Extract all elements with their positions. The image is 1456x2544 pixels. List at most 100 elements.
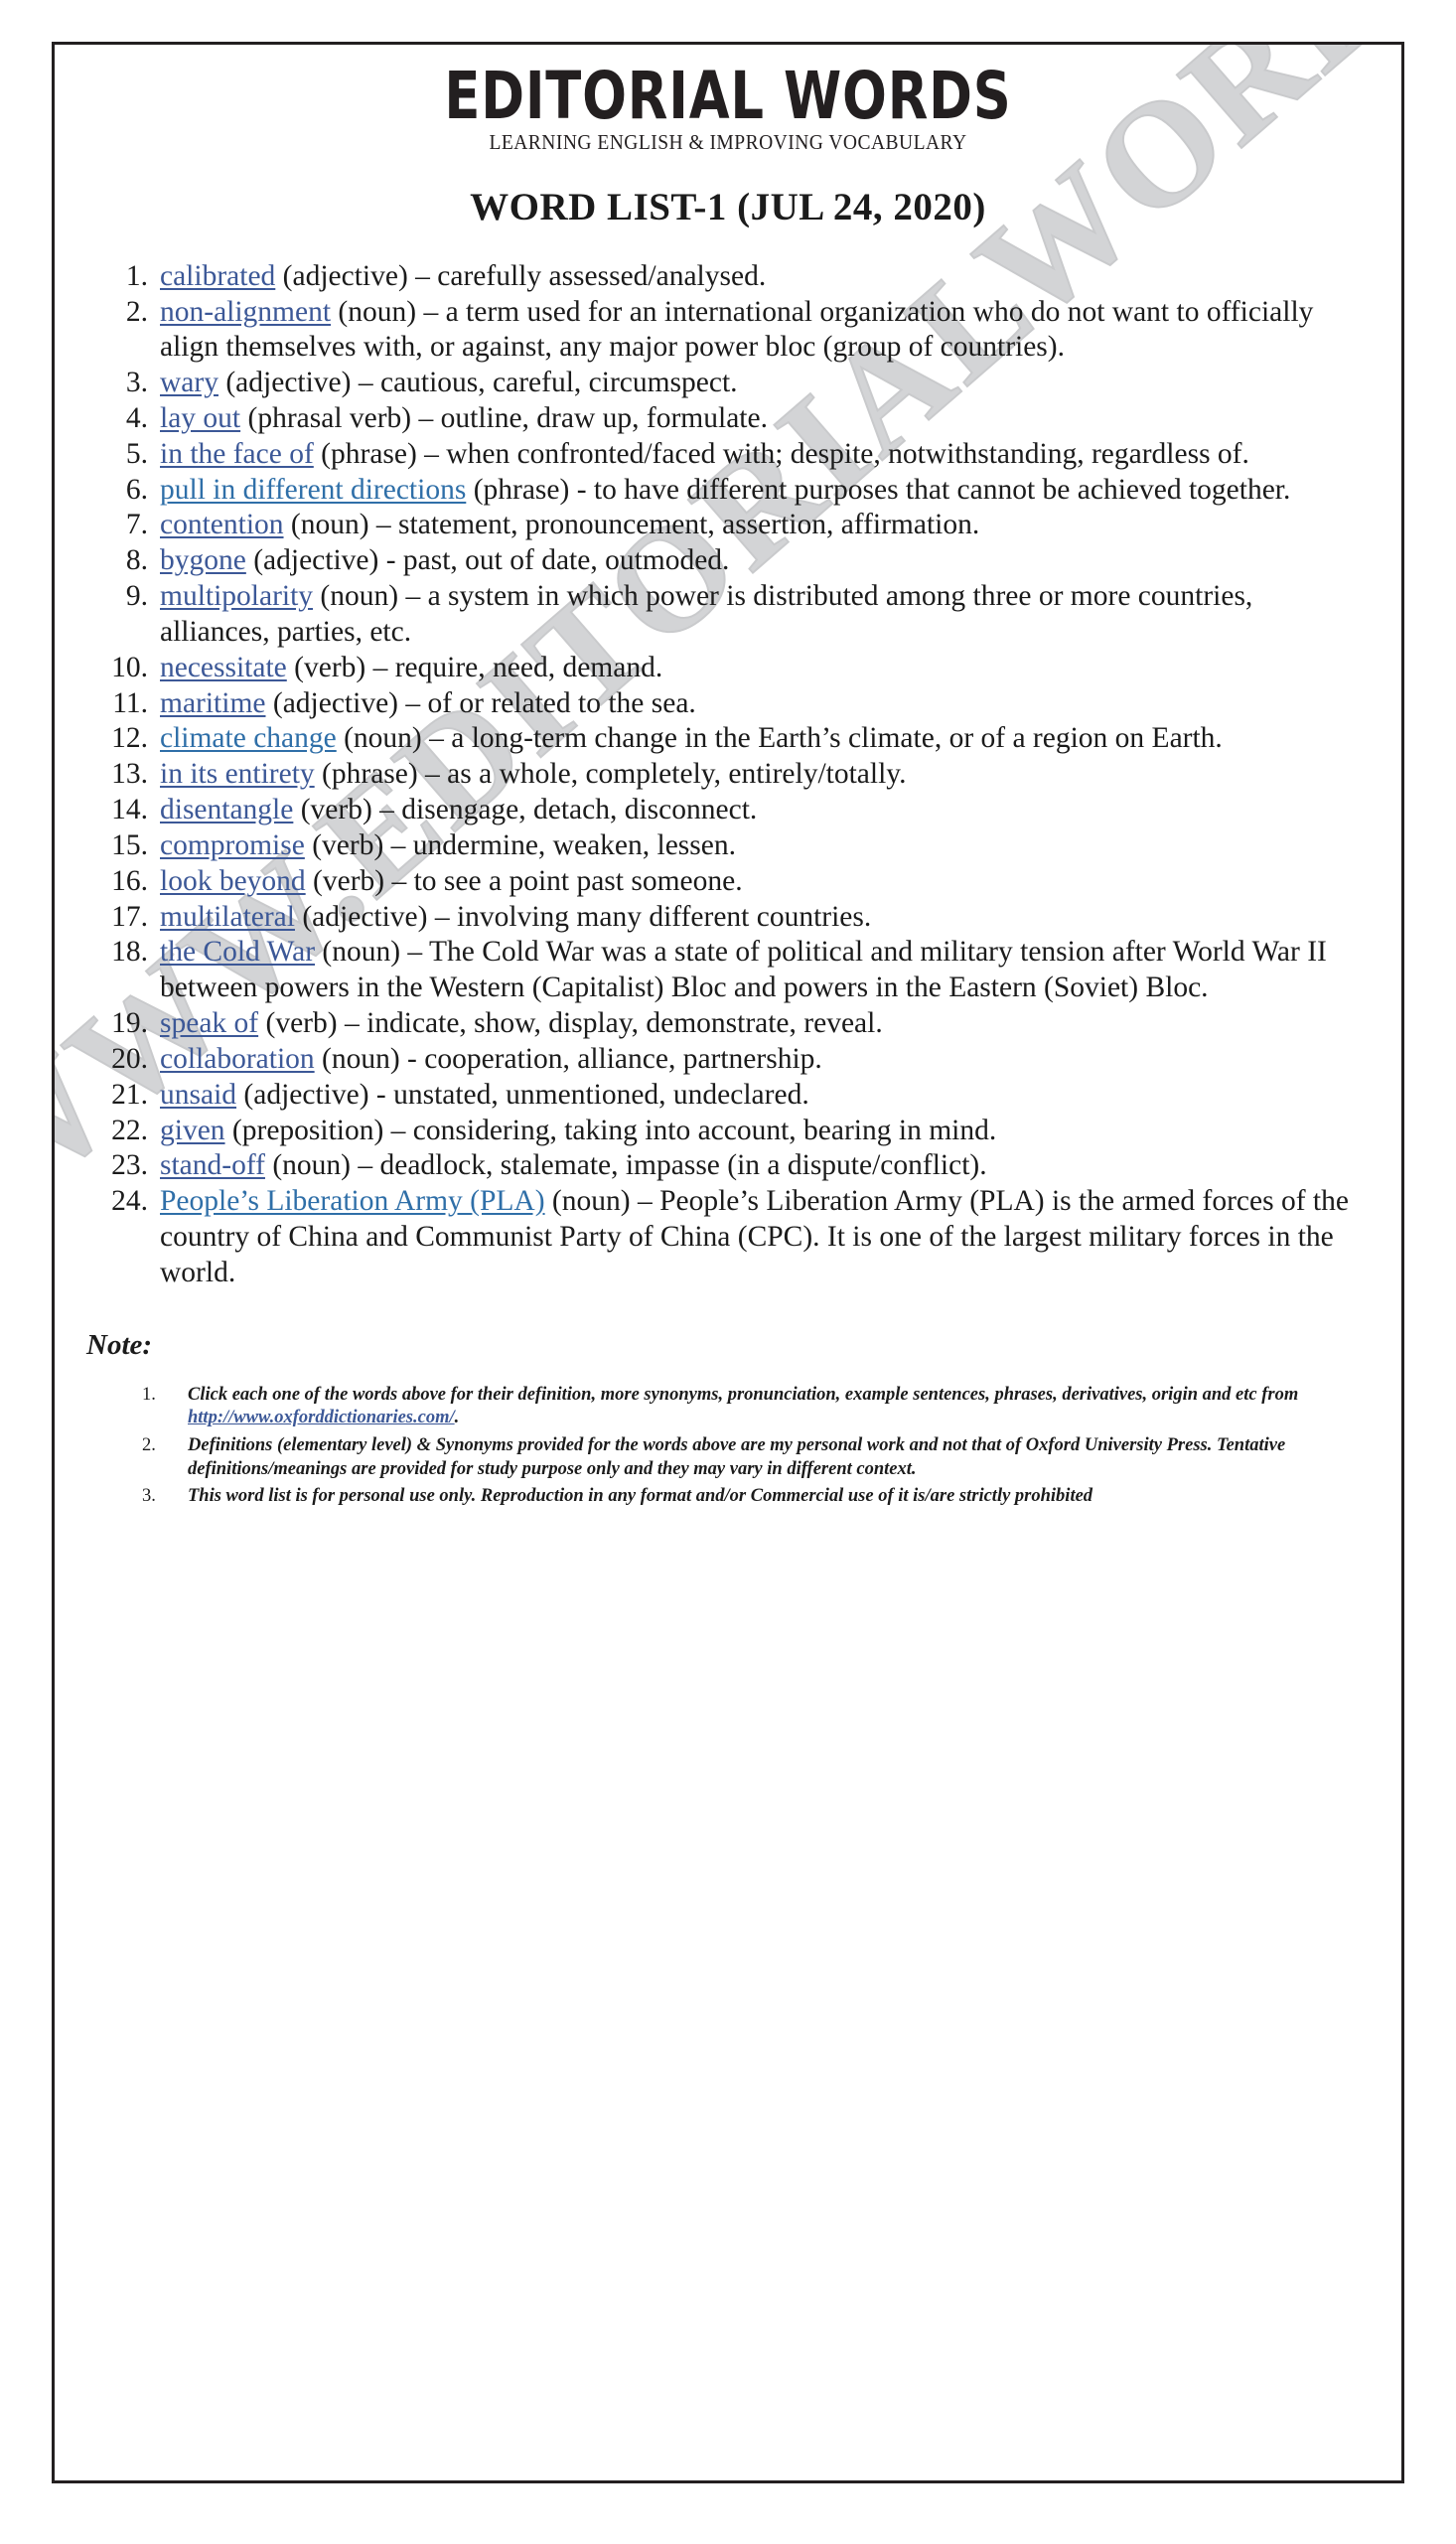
word-item-body: multilateral (adjective) – involving man… bbox=[160, 900, 1360, 936]
word-term-link[interactable]: multilateral bbox=[160, 901, 295, 933]
word-item-body: necessitate (verb) – require, need, dema… bbox=[160, 651, 1360, 686]
word-term-link[interactable]: contention bbox=[160, 509, 284, 540]
word-item-body: disentangle (verb) – disengage, detach, … bbox=[160, 793, 1360, 828]
word-list-item: 23. stand-off (noun) – deadlock, stalemat… bbox=[96, 1148, 1360, 1184]
word-term-link[interactable]: speak of bbox=[160, 1007, 258, 1039]
brand-tagline: LEARNING ENGLISH & IMPROVING VOCABULARY bbox=[489, 129, 967, 154]
word-item-number: 3. bbox=[125, 367, 148, 399]
word-term-link[interactable]: People’s Liberation Army (PLA) bbox=[160, 1185, 545, 1217]
word-item-number: 8. bbox=[125, 544, 148, 577]
word-term-link[interactable]: in the face of bbox=[160, 438, 314, 470]
word-term-link[interactable]: compromise bbox=[160, 829, 305, 861]
word-list-item: 2. non-alignment (noun) – a term used for… bbox=[96, 295, 1360, 367]
word-term-link[interactable]: given bbox=[160, 1115, 225, 1146]
word-term-link[interactable]: wary bbox=[160, 367, 218, 398]
note-item-number: 3. bbox=[142, 1486, 156, 1507]
brand-title: EDITORIAL WORDS bbox=[444, 58, 1012, 134]
word-item-number: 6. bbox=[125, 473, 148, 506]
word-item-number: 12. bbox=[111, 722, 148, 755]
word-item-number: 5. bbox=[125, 437, 148, 470]
word-list-item: 14. disentangle (verb) – disengage, detac… bbox=[96, 793, 1360, 828]
word-list-item: 16. look beyond (verb) – to see a point p… bbox=[96, 864, 1360, 900]
word-definition: (noun) – a term used for an internationa… bbox=[160, 295, 1314, 364]
word-item-body: stand-off (noun) – deadlock, stalemate, … bbox=[160, 1148, 1360, 1184]
word-list-item: 18. the Cold War (noun) – The Cold War wa… bbox=[96, 935, 1360, 1006]
word-item-body: look beyond (verb) – to see a point past… bbox=[160, 864, 1360, 900]
note-list-item: 1. Click each one of the words above for … bbox=[142, 1384, 1340, 1430]
word-item-number: 1. bbox=[125, 259, 148, 292]
word-item-number: 14. bbox=[111, 794, 148, 826]
word-definition: (noun) - cooperation, alliance, partners… bbox=[314, 1042, 822, 1075]
word-list-item: 24. People’s Liberation Army (PLA) (noun)… bbox=[96, 1184, 1360, 1290]
word-definition: (verb) – to see a point past someone. bbox=[305, 864, 743, 897]
word-item-number: 15. bbox=[111, 828, 148, 861]
word-term-link[interactable]: maritime bbox=[160, 687, 266, 719]
note-item-text: Click each one of the words above for th… bbox=[188, 1384, 1340, 1430]
word-definition: (phrase) - to have different purposes th… bbox=[466, 473, 1291, 506]
word-list-item: 4. lay out (phrasal verb) – outline, draw… bbox=[96, 401, 1360, 437]
word-list-item: 22. given (preposition) – considering, ta… bbox=[96, 1114, 1360, 1149]
word-item-body: given (preposition) – considering, takin… bbox=[160, 1114, 1360, 1149]
word-term-link[interactable]: pull in different directions bbox=[160, 474, 466, 506]
word-definition: (adjective) – carefully assessed/analyse… bbox=[275, 259, 767, 292]
word-item-body: contention (noun) – statement, pronounce… bbox=[160, 508, 1360, 543]
word-item-body: the Cold War (noun) – The Cold War was a… bbox=[160, 935, 1360, 1006]
word-definition: (noun) – deadlock, stalemate, impasse (i… bbox=[264, 1149, 987, 1182]
word-item-body: collaboration (noun) - cooperation, alli… bbox=[160, 1042, 1360, 1078]
word-list-item: 11. maritime (adjective) – of or related … bbox=[96, 686, 1360, 722]
word-item-number: 20. bbox=[111, 1042, 148, 1075]
word-list-item: 12. climate change (noun) – a long-term c… bbox=[96, 721, 1360, 757]
word-term-link[interactable]: lay out bbox=[160, 402, 240, 434]
word-item-body: in the face of (phrase) – when confronte… bbox=[160, 437, 1360, 473]
page-title: WORD LIST-1 (JUL 24, 2020) bbox=[470, 185, 986, 228]
word-term-link[interactable]: calibrated bbox=[160, 260, 275, 292]
note-list-item: 2. Definitions (elementary level) & Synon… bbox=[142, 1434, 1340, 1481]
word-item-number: 23. bbox=[111, 1149, 148, 1182]
word-item-body: non-alignment (noun) – a term used for a… bbox=[160, 295, 1360, 367]
word-term-link[interactable]: collaboration bbox=[160, 1043, 315, 1075]
word-definition: (verb) – require, need, demand. bbox=[286, 651, 663, 683]
word-item-number: 10. bbox=[111, 651, 148, 683]
note-item-number: 2. bbox=[142, 1435, 156, 1456]
word-definition: (verb) – indicate, show, display, demons… bbox=[258, 1007, 883, 1040]
word-list-item: 1. calibrated (adjective) – carefully ass… bbox=[96, 259, 1360, 295]
word-list: 1. calibrated (adjective) – carefully ass… bbox=[96, 259, 1360, 1291]
word-item-body: speak of (verb) – indicate, show, displa… bbox=[160, 1006, 1360, 1042]
word-term-link[interactable]: disentangle bbox=[160, 794, 293, 825]
word-term-link[interactable]: necessitate bbox=[160, 652, 287, 683]
note-item-text: This word list is for personal use only.… bbox=[188, 1485, 1340, 1509]
word-item-number: 17. bbox=[111, 900, 148, 933]
word-item-number: 2. bbox=[125, 295, 148, 328]
word-term-link[interactable]: multipolarity bbox=[160, 580, 313, 612]
word-item-body: climate change (noun) – a long-term chan… bbox=[160, 721, 1360, 757]
note-item-text-tail: . bbox=[454, 1408, 460, 1428]
word-definition: (adjective) – involving many different c… bbox=[294, 900, 872, 933]
word-term-link[interactable]: stand-off bbox=[160, 1149, 265, 1181]
word-list-item: 3. wary (adjective) – cautious, careful, … bbox=[96, 366, 1360, 401]
word-definition: (verb) – disengage, detach, disconnect. bbox=[293, 794, 758, 826]
word-definition: (adjective) – of or related to the sea. bbox=[265, 686, 696, 719]
word-term-link[interactable]: in its entirety bbox=[160, 758, 315, 790]
note-list-item: 3. This word list is for personal use onl… bbox=[142, 1485, 1340, 1509]
word-item-body: maritime (adjective) – of or related to … bbox=[160, 686, 1360, 722]
word-item-body: multipolarity (noun) – a system in which… bbox=[160, 579, 1360, 651]
word-item-body: lay out (phrasal verb) – outline, draw u… bbox=[160, 401, 1360, 437]
word-term-link[interactable]: look beyond bbox=[160, 865, 306, 897]
word-list-item: 10. necessitate (verb) – require, need, d… bbox=[96, 651, 1360, 686]
word-definition: (noun) – a long-term change in the Earth… bbox=[336, 722, 1223, 755]
word-definition: (noun) – The Cold War was a state of pol… bbox=[160, 936, 1327, 1004]
word-term-link[interactable]: climate change bbox=[160, 722, 337, 754]
word-term-link[interactable]: non-alignment bbox=[160, 296, 331, 328]
note-item-text: Definitions (elementary level) & Synonym… bbox=[188, 1434, 1340, 1481]
word-definition: (adjective) - unstated, unmentioned, und… bbox=[236, 1078, 809, 1111]
word-term-link[interactable]: bygone bbox=[160, 544, 246, 576]
word-term-link[interactable]: unsaid bbox=[160, 1079, 236, 1111]
word-term-link[interactable]: the Cold War bbox=[160, 936, 315, 968]
word-item-number: 16. bbox=[111, 864, 148, 897]
word-list-item: 6. pull in different directions (phrase) … bbox=[96, 473, 1360, 509]
oxford-dictionaries-link[interactable]: http://www.oxforddictionaries.com/ bbox=[188, 1408, 455, 1427]
word-list-item: 13. in its entirety (phrase) – as a whole… bbox=[96, 757, 1360, 793]
word-list-item: 9. multipolarity (noun) – a system in whi… bbox=[96, 579, 1360, 651]
word-definition: (phrase) – when confronted/faced with; d… bbox=[313, 437, 1249, 470]
word-item-body: bygone (adjective) - past, out of date, … bbox=[160, 543, 1360, 579]
